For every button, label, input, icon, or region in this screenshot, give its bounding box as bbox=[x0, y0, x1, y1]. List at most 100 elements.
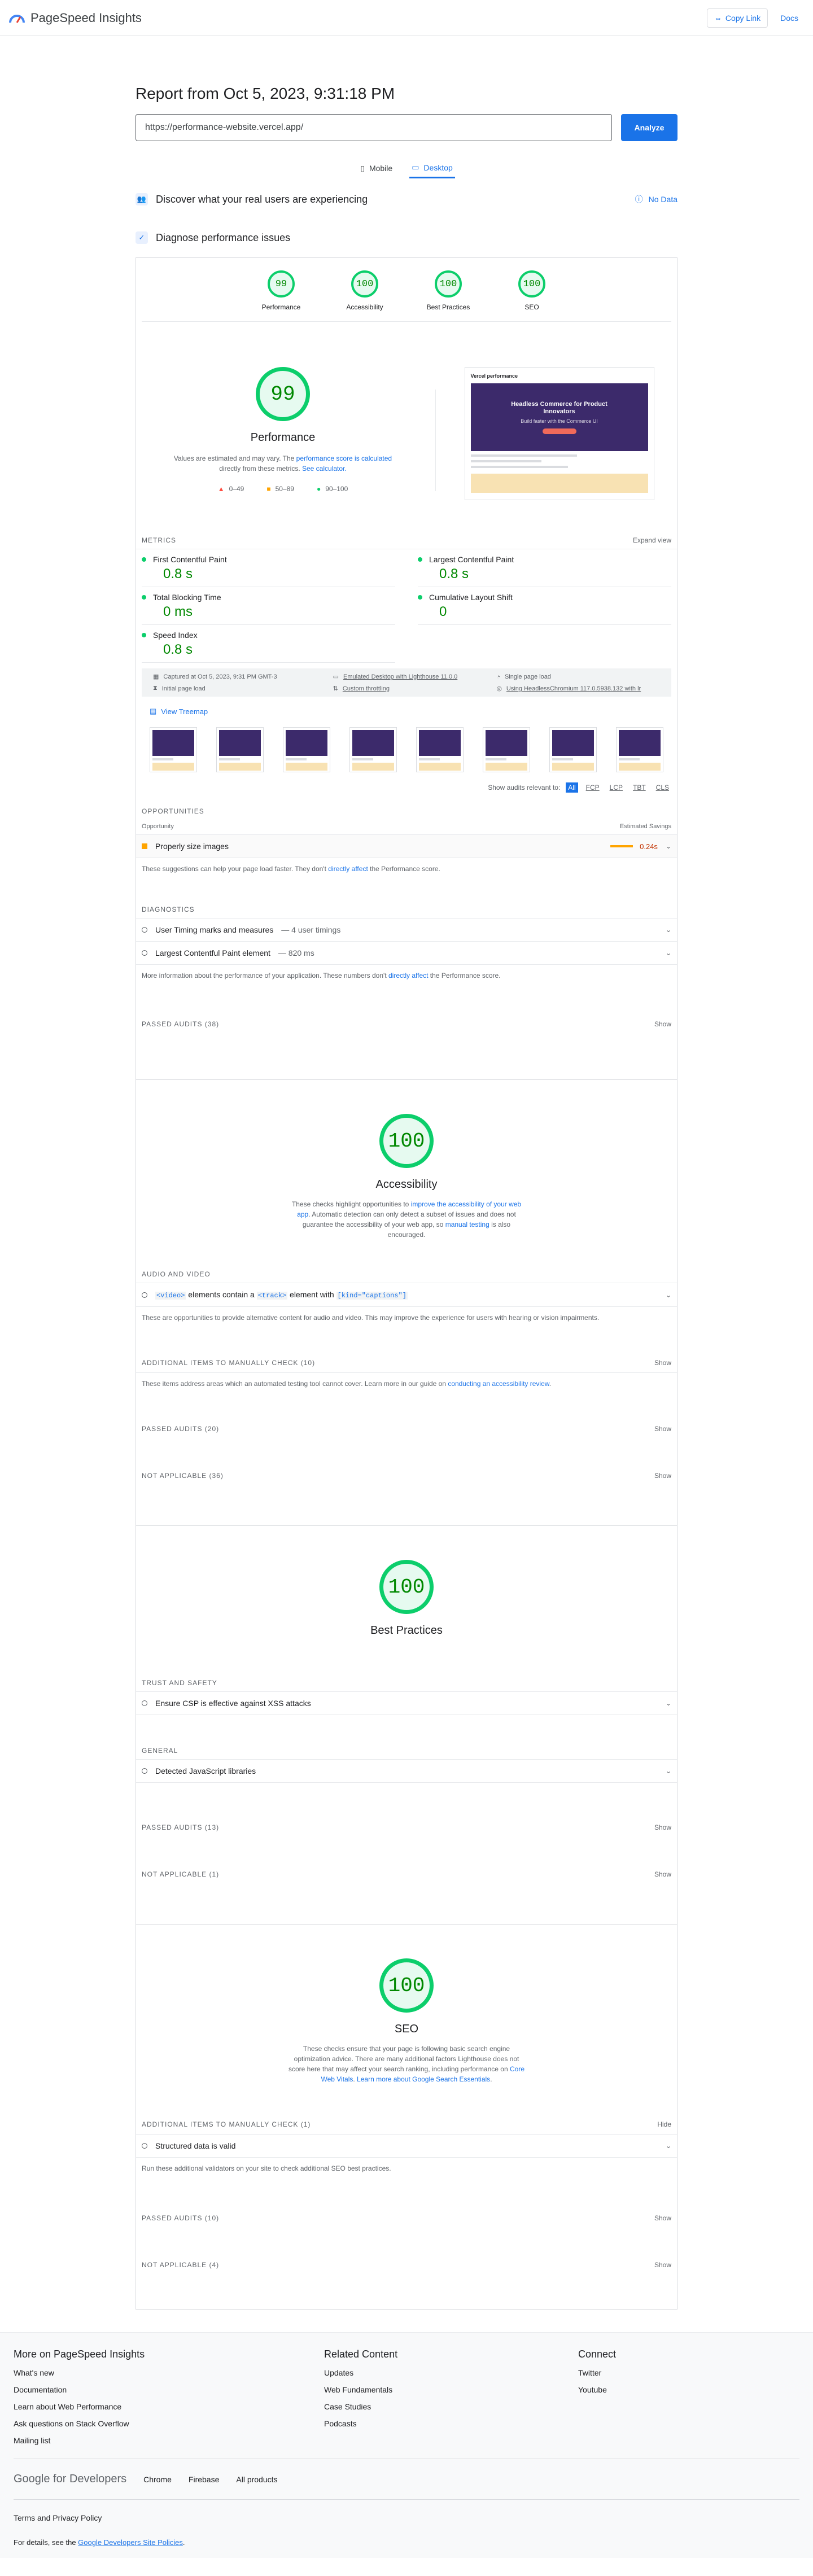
best-practices-title: Best Practices bbox=[370, 1624, 443, 1637]
show-na-button[interactable]: Show bbox=[654, 1870, 671, 1878]
view-treemap-button[interactable]: ▤ View Treemap bbox=[150, 707, 663, 716]
browser-icon: ◎ bbox=[496, 685, 502, 692]
opportunities-heading: OPPORTUNITIES bbox=[142, 807, 204, 815]
audit-title: Properly size images bbox=[155, 842, 229, 851]
accessibility-title: Accessibility bbox=[375, 1178, 438, 1191]
expand-view-link[interactable]: Expand view bbox=[633, 536, 671, 544]
terms-privacy-link[interactable]: Terms and Privacy Policy bbox=[14, 2513, 102, 2522]
footer-link-stack-overflow[interactable]: Ask questions on Stack Overflow bbox=[14, 2419, 324, 2428]
accessibility-review-link[interactable]: conducting an accessibility review bbox=[448, 1380, 549, 1388]
footer-col-title: More on PageSpeed Insights bbox=[14, 2348, 145, 2360]
browser-version[interactable]: Using HeadlessChromium 117.0.5938.132 wi… bbox=[506, 685, 641, 692]
footer-link-chrome[interactable]: Chrome bbox=[143, 2475, 172, 2484]
show-manual-button[interactable]: Show bbox=[654, 1359, 671, 1367]
filter-fcp[interactable]: FCP bbox=[584, 782, 602, 793]
audit-lcp-element[interactable]: Largest Contentful Paint element — 820 m… bbox=[136, 942, 677, 965]
analyze-button[interactable]: Analyze bbox=[621, 114, 678, 141]
google-developers-logo[interactable]: Google for Developers bbox=[14, 2473, 126, 2486]
search-essentials-link[interactable]: Learn more about Google Search Essential… bbox=[357, 2075, 490, 2083]
metric-cls: Cumulative Layout Shift 0 bbox=[418, 587, 671, 625]
audit-structured-data[interactable]: Structured data is valid ⌄ bbox=[136, 2135, 677, 2158]
score-calculated-link[interactable]: performance score is calculated bbox=[296, 454, 392, 462]
footer-link-podcasts[interactable]: Podcasts bbox=[324, 2419, 578, 2428]
audit-js-libraries[interactable]: Detected JavaScript libraries ⌄ bbox=[136, 1760, 677, 1783]
show-passed-button[interactable]: Show bbox=[654, 1425, 671, 1433]
audit-title: <video> elements contain a <track> eleme… bbox=[155, 1290, 408, 1300]
filmstrip-frame bbox=[616, 727, 663, 772]
captured-at: Captured at Oct 5, 2023, 9:31 PM GMT-3 bbox=[163, 673, 277, 680]
filter-all[interactable]: All bbox=[566, 782, 578, 793]
footer-link-web-fundamentals[interactable]: Web Fundamentals bbox=[324, 2385, 578, 2394]
footer-link-all-products[interactable]: All products bbox=[236, 2475, 277, 2484]
copy-link-button[interactable]: ⇔ Copy Link bbox=[706, 8, 768, 28]
footer-link-documentation[interactable]: Documentation bbox=[14, 2385, 324, 2394]
url-input[interactable]: https://performance-website.vercel.app/ bbox=[136, 114, 612, 141]
footer-link-updates[interactable]: Updates bbox=[324, 2368, 578, 2377]
footer-link-mailing-list[interactable]: Mailing list bbox=[14, 2436, 324, 2445]
see-calculator-link[interactable]: See calculator. bbox=[302, 465, 347, 473]
site-policies-link[interactable]: Google Developers Site Policies bbox=[78, 2538, 183, 2547]
gauge-best-practices[interactable]: 100 Best Practices bbox=[426, 270, 471, 311]
tab-desktop[interactable]: ▭ Desktop bbox=[409, 158, 455, 178]
directly-affect-link[interactable]: directly affect bbox=[328, 865, 368, 873]
metric-name: Cumulative Layout Shift bbox=[429, 593, 513, 602]
network-icon: ⇅ bbox=[333, 685, 338, 692]
footer-link-twitter[interactable]: Twitter bbox=[578, 2368, 799, 2377]
show-passed-button[interactable]: Show bbox=[654, 1020, 671, 1028]
no-data-link[interactable]: ⓘ No Data bbox=[635, 194, 678, 205]
hide-manual-button[interactable]: Hide bbox=[657, 2120, 671, 2128]
emulated-device[interactable]: Emulated Desktop with Lighthouse 11.0.0 bbox=[343, 673, 457, 680]
footer-link-web-performance[interactable]: Learn about Web Performance bbox=[14, 2402, 324, 2411]
footer-link-case-studies[interactable]: Case Studies bbox=[324, 2402, 578, 2411]
diagnose-heading: Diagnose performance issues bbox=[156, 231, 291, 243]
metric-value: 0.8 s bbox=[163, 566, 193, 581]
accessibility-score-gauge: 100 bbox=[379, 1114, 434, 1168]
metric-tbt: Total Blocking Time 0 ms bbox=[142, 587, 395, 625]
filter-lcp[interactable]: LCP bbox=[607, 782, 625, 793]
users-icon: 👥 bbox=[136, 193, 148, 205]
gauge-accessibility[interactable]: 100 Accessibility bbox=[342, 270, 387, 311]
passed-audits-heading: PASSED AUDITS (10) bbox=[142, 2214, 220, 2222]
filmstrip-frame bbox=[283, 727, 330, 772]
show-passed-button[interactable]: Show bbox=[654, 1823, 671, 1831]
audit-title: Ensure CSP is effective against XSS atta… bbox=[155, 1699, 311, 1708]
show-na-button[interactable]: Show bbox=[654, 2261, 671, 2269]
audit-properly-size-images[interactable]: Properly size images 0.24s ⌄ bbox=[136, 835, 677, 858]
pagespeed-logo-icon bbox=[9, 14, 25, 23]
audit-text: elements contain a bbox=[186, 1290, 257, 1299]
chevron-down-icon: ⌄ bbox=[665, 926, 671, 934]
docs-link[interactable]: Docs bbox=[775, 9, 804, 27]
triangle-icon: ▲ bbox=[217, 485, 225, 493]
app-name: PageSpeed Insights bbox=[30, 10, 142, 25]
show-passed-button[interactable]: Show bbox=[654, 2214, 671, 2222]
initial-load: Initial page load bbox=[161, 685, 206, 692]
note-text: the Performance score. bbox=[368, 865, 440, 873]
filmstrip bbox=[136, 716, 677, 772]
metric-fcp: First Contentful Paint 0.8 s bbox=[142, 549, 395, 587]
screenshot-lines bbox=[470, 454, 648, 468]
tab-mobile[interactable]: ▯ Mobile bbox=[358, 158, 395, 178]
audit-video-captions[interactable]: <video> elements contain a <track> eleme… bbox=[136, 1283, 677, 1307]
manual-testing-link[interactable]: manual testing bbox=[445, 1221, 489, 1228]
filter-cls[interactable]: CLS bbox=[654, 782, 671, 793]
gauge-label: SEO bbox=[524, 303, 539, 311]
gauge-performance[interactable]: 99 Performance bbox=[259, 270, 304, 311]
audit-csp-xss[interactable]: Ensure CSP is effective against XSS atta… bbox=[136, 1692, 677, 1715]
throttling[interactable]: Custom throttling bbox=[343, 685, 390, 692]
audit-title: Detected JavaScript libraries bbox=[155, 1766, 256, 1775]
metrics-heading: METRICS bbox=[142, 536, 176, 544]
calendar-icon: ▦ bbox=[153, 673, 159, 680]
gauge-seo[interactable]: 100 SEO bbox=[509, 270, 554, 311]
footer-link-youtube[interactable]: Youtube bbox=[578, 2385, 799, 2394]
code-track: <track> bbox=[256, 1292, 288, 1300]
footer-link-whats-new[interactable]: What's new bbox=[14, 2368, 324, 2377]
footer-col-pagespeed: More on PageSpeed Insights What's new Do… bbox=[14, 2348, 324, 2445]
footer-link-firebase[interactable]: Firebase bbox=[189, 2475, 219, 2484]
show-na-button[interactable]: Show bbox=[654, 1472, 671, 1480]
gauge-score: 100 bbox=[518, 270, 545, 298]
directly-affect-link[interactable]: directly affect bbox=[388, 972, 428, 979]
chevron-down-icon: ⌄ bbox=[665, 2142, 671, 2150]
audit-user-timings[interactable]: User Timing marks and measures — 4 user … bbox=[136, 918, 677, 942]
brand[interactable]: PageSpeed Insights bbox=[9, 11, 142, 25]
filter-tbt[interactable]: TBT bbox=[631, 782, 648, 793]
